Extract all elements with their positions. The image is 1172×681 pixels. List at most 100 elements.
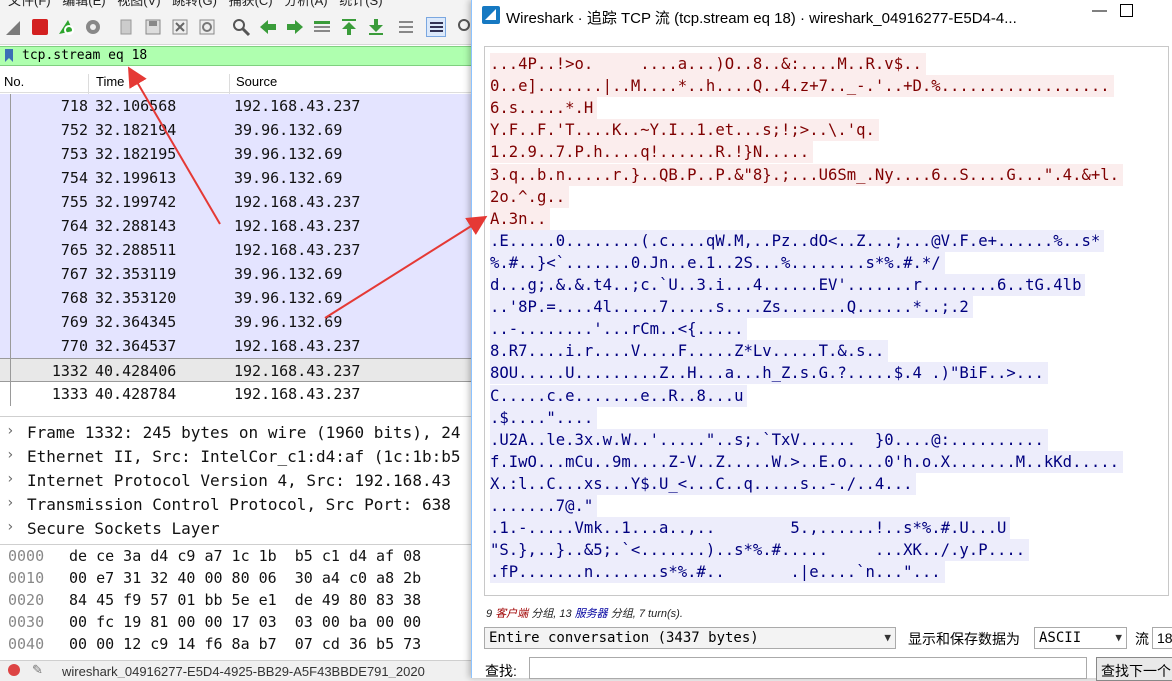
packet-source: 39.96.132.69 [234, 121, 343, 139]
stream-number-spinbox[interactable]: 18 [1152, 627, 1172, 649]
packet-row[interactable]: 764 32.288143 192.168.43.237 [0, 214, 476, 238]
server-data-line: .......7@." [490, 495, 598, 517]
packet-row[interactable]: 1333 40.428784 192.168.43.237 [0, 382, 476, 406]
packet-row[interactable]: 752 32.182194 39.96.132.69 [0, 118, 476, 142]
packet-no: 768 [60, 289, 88, 307]
hex-bytes: de ce 3a d4 c9 a7 1c 1b b5 c1 d4 af 08 [69, 547, 422, 565]
detail-text: Frame 1332: 245 bytes on wire (1960 bits… [27, 423, 461, 442]
packet-time: 32.288511 [95, 241, 177, 259]
colorize-icon[interactable] [426, 17, 446, 37]
detail-text: Ethernet II, Src: IntelCor_c1:d4:af (1c:… [27, 447, 461, 466]
packet-row[interactable]: 765 32.288511 192.168.43.237 [0, 238, 476, 262]
column-time[interactable]: Time [96, 74, 124, 89]
open-file-icon[interactable] [116, 17, 136, 37]
packet-time: 32.182194 [95, 121, 177, 139]
packet-row[interactable]: 769 32.364345 39.96.132.69 [0, 310, 476, 334]
packet-time: 32.199613 [95, 169, 177, 187]
menu-capture[interactable]: 捕获(C) [229, 0, 273, 8]
find-label: 查找: [485, 663, 517, 679]
client-data-line: 3.q..b.n.....r.}..QB.P..P.&"8}.;...U6Sm_… [490, 163, 1124, 186]
menu-statistics[interactable]: 统计(S) [339, 0, 382, 8]
restart-capture-icon[interactable] [56, 17, 76, 37]
hex-offset: 0030 [8, 613, 45, 631]
menu-go[interactable]: 跳转(G) [172, 0, 217, 8]
go-last-packet-icon[interactable] [366, 17, 386, 37]
auto-scroll-icon[interactable] [396, 17, 416, 37]
hex-offset: 0000 [8, 547, 45, 565]
menu-analyze[interactable]: 分析(A) [284, 0, 327, 8]
server-data-line: d...g;.&.&.t4..;c.`U..3.i...4......EV'..… [490, 274, 1086, 296]
capture-options-icon[interactable] [83, 17, 103, 37]
chevron-right-icon[interactable]: › [6, 471, 14, 487]
packet-row[interactable]: 755 32.199742 192.168.43.237 [0, 190, 476, 214]
find-input[interactable] [529, 657, 1087, 679]
packet-no: 753 [60, 145, 88, 163]
go-forward-icon[interactable] [285, 17, 305, 37]
chevron-right-icon[interactable]: › [6, 423, 14, 439]
maximize-icon[interactable] [1120, 4, 1133, 17]
expert-info-icon[interactable] [8, 664, 20, 676]
hex-offset: 0040 [8, 635, 45, 653]
packet-row[interactable]: 753 32.182195 39.96.132.69 [0, 142, 476, 166]
chevron-down-icon: ▼ [884, 631, 891, 644]
go-first-packet-icon[interactable] [339, 17, 359, 37]
packet-time: 32.106568 [95, 97, 177, 115]
show-as-label: 显示和保存数据为 [908, 631, 1020, 647]
save-file-icon[interactable] [143, 17, 163, 37]
packet-no: 764 [60, 217, 88, 235]
find-packet-icon[interactable] [231, 17, 251, 37]
menu-edit[interactable]: 编辑(E) [62, 0, 105, 8]
shark-fin-icon[interactable] [4, 17, 24, 37]
packet-source: 39.96.132.69 [234, 289, 343, 307]
hex-bytes: 00 00 12 c9 14 f6 8a b7 07 cd 36 b5 73 [69, 635, 422, 653]
minimize-icon[interactable]: — [1092, 2, 1107, 19]
stop-capture-icon[interactable] [30, 17, 50, 37]
encoding-select[interactable]: ASCII ▼ [1034, 627, 1127, 649]
packet-row[interactable]: 754 32.199613 39.96.132.69 [0, 166, 476, 190]
find-next-button[interactable]: 查找下一个 [1096, 657, 1172, 681]
packet-source: 192.168.43.237 [234, 362, 361, 380]
main-toolbar [0, 8, 476, 45]
client-data-line: ...4P..!>o. ....a...)O..8..&:....M..R.v$… [490, 53, 926, 75]
hex-bytes: 00 fc 19 81 00 00 17 03 03 00 ba 00 00 [69, 613, 422, 631]
client-data-line: 1.2.9..7.P.h....q!......R.!}N..... [490, 141, 814, 164]
packet-row[interactable]: 770 32.364537 192.168.43.237 [0, 334, 476, 358]
packet-source: 192.168.43.237 [234, 217, 361, 235]
packet-no: 765 [60, 241, 88, 259]
packet-source: 39.96.132.69 [234, 169, 343, 187]
chevron-right-icon[interactable]: › [6, 495, 14, 511]
packet-row[interactable]: 768 32.353120 39.96.132.69 [0, 286, 476, 310]
display-filter-input[interactable]: tcp.stream eq 18 [22, 48, 147, 63]
wireshark-logo-icon [482, 6, 500, 24]
hex-offset: 0010 [8, 569, 45, 587]
column-source[interactable]: Source [236, 74, 277, 89]
packet-time: 32.353119 [95, 265, 177, 283]
menu-file[interactable]: 文件(F) [8, 0, 51, 8]
packet-time: 32.199742 [95, 193, 177, 211]
client-data-line: Y.F..F.'T....K..~Y.I..1.et...s;!;>..\.'q… [490, 119, 879, 142]
conversation-select[interactable]: Entire conversation (3437 bytes) ▼ [484, 627, 896, 649]
go-back-icon[interactable] [258, 17, 278, 37]
close-file-icon[interactable] [170, 17, 190, 37]
chevron-right-icon[interactable]: › [6, 519, 14, 535]
packet-row[interactable]: 1332 40.428406 192.168.43.237 [0, 358, 476, 383]
menu-view[interactable]: 视图(V) [117, 0, 160, 8]
column-no[interactable]: No. [4, 74, 24, 89]
chevron-right-icon[interactable]: › [6, 447, 14, 463]
stream-content-area[interactable]: ...4P..!>o. ....a...)O..8..&:....M..R.v$… [484, 46, 1169, 596]
status-file-name: wireshark_04916277-E5D4-4925-BB29-A5F43B… [62, 664, 425, 678]
packet-time: 32.288143 [95, 217, 177, 235]
packet-bytes-pane: 0000 de ce 3a d4 c9 a7 1c 1b b5 c1 d4 af … [0, 544, 476, 659]
packet-no: 718 [60, 97, 88, 115]
bookmark-icon[interactable] [4, 49, 14, 62]
server-data-line: "S.},..}..&5;.`<.......)..s*%.#..... ...… [490, 539, 1030, 562]
capture-comment-icon[interactable]: ✎ [32, 662, 43, 678]
go-to-packet-icon[interactable] [312, 17, 332, 37]
packet-time: 40.428406 [95, 362, 177, 380]
server-data-line: .fP.......n.......s*%.#.. .|e....`n...".… [490, 561, 945, 584]
packet-row[interactable]: 767 32.353119 39.96.132.69 [0, 262, 476, 286]
detail-text: Secure Sockets Layer [27, 519, 220, 538]
reload-file-icon[interactable] [197, 17, 217, 37]
wireshark-main-window: 文件(F) 编辑(E) 视图(V) 跳转(G) 捕获(C) 分析(A) 统计(S… [0, 0, 476, 678]
packet-row[interactable]: 718 32.106568 192.168.43.237 [0, 94, 476, 118]
